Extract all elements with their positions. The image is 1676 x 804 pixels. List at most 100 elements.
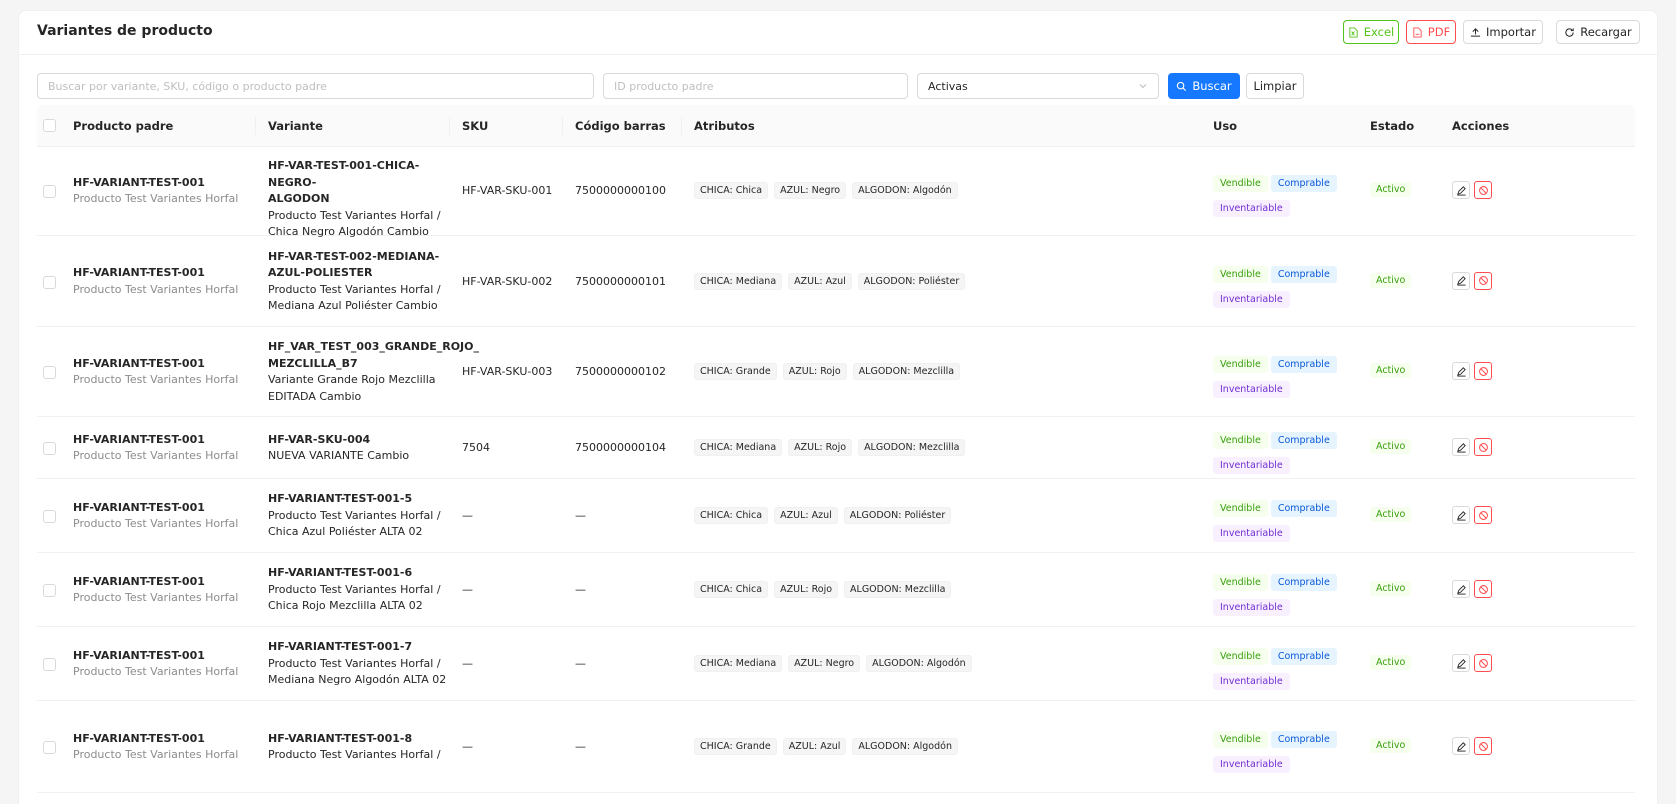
variant-name: NUEVA VARIANTE Cambio bbox=[268, 449, 410, 462]
col-variante[interactable]: Variante bbox=[268, 119, 323, 133]
row-checkbox[interactable] bbox=[43, 442, 56, 455]
attribute-tag: CHICA: Mediana bbox=[694, 272, 783, 290]
col-atributos[interactable]: Atributos bbox=[694, 119, 755, 133]
barcode-cell: 7500000000100 bbox=[575, 184, 666, 197]
table-row[interactable]: HF-VARIANT-TEST-001 Producto Test Varian… bbox=[37, 417, 1635, 479]
attribute-tag: CHICA: Chica bbox=[694, 507, 769, 524]
clear-button[interactable]: Limpiar bbox=[1246, 73, 1304, 99]
status-badge: Activo bbox=[1370, 507, 1412, 522]
comprable-tag: Comprable bbox=[1270, 731, 1337, 748]
table-row[interactable]: HF-VARIANT-TEST-001 Producto Test Varian… bbox=[37, 327, 1635, 417]
attribute-tag: AZUL: Negro bbox=[788, 655, 861, 672]
parent-name: Producto Test Variantes Horfal bbox=[73, 449, 239, 462]
vendible-tag: Vendible bbox=[1213, 731, 1268, 748]
row-checkbox[interactable] bbox=[43, 275, 56, 289]
attribute-tag: CHICA: Chica bbox=[694, 182, 769, 199]
row-checkbox[interactable] bbox=[43, 366, 56, 379]
search-button-label: Buscar bbox=[1192, 79, 1232, 93]
row-checkbox[interactable] bbox=[43, 510, 56, 523]
status-badge: Activo bbox=[1370, 655, 1412, 670]
deactivate-button[interactable] bbox=[1474, 271, 1492, 290]
deactivate-button[interactable] bbox=[1474, 506, 1492, 524]
edit-button[interactable] bbox=[1452, 737, 1470, 755]
import-label: Importar bbox=[1486, 25, 1536, 39]
parent-product-cell: HF-VARIANT-TEST-001 Producto Test Varian… bbox=[73, 432, 253, 465]
edit-button[interactable] bbox=[1452, 506, 1470, 524]
stop-icon bbox=[1478, 442, 1488, 452]
sku-cell: — bbox=[462, 657, 473, 670]
attribute-tag: AZUL: Azul bbox=[782, 738, 847, 755]
row-checkbox[interactable] bbox=[43, 741, 56, 754]
table-row[interactable]: HF-VARIANT-TEST-001 Producto Test Varian… bbox=[37, 146, 1635, 238]
edit-button[interactable] bbox=[1452, 181, 1470, 199]
deactivate-button[interactable] bbox=[1474, 654, 1492, 672]
attribute-tag: CHICA: Grande bbox=[694, 363, 777, 380]
attribute-tag: CHICA: Grande bbox=[694, 738, 777, 755]
search-icon bbox=[1177, 81, 1187, 91]
file-excel-icon bbox=[1349, 26, 1358, 38]
edit-button[interactable] bbox=[1452, 271, 1470, 290]
parent-name: Producto Test Variantes Horfal bbox=[73, 591, 239, 604]
excel-label: Excel bbox=[1363, 25, 1395, 39]
parent-product-cell: HF-VARIANT-TEST-001 Producto Test Varian… bbox=[73, 731, 253, 764]
export-pdf-button[interactable]: PDF bbox=[1406, 20, 1456, 44]
edit-button[interactable] bbox=[1452, 580, 1470, 598]
deactivate-button[interactable] bbox=[1474, 580, 1492, 598]
parent-code: HF-VARIANT-TEST-001 bbox=[73, 175, 205, 189]
uso-cell: Vendible Comprable Inventariable bbox=[1213, 570, 1353, 620]
deactivate-button[interactable] bbox=[1474, 737, 1492, 755]
variant-code: MEZCLILLA_B7 bbox=[268, 356, 358, 370]
col-barcode[interactable]: Código barras bbox=[575, 119, 666, 133]
deactivate-button[interactable] bbox=[1474, 181, 1492, 199]
attributes-cell: CHICA: Chica AZUL: Negro ALGODON: Algodón bbox=[694, 182, 958, 199]
sku-cell: HF-VAR-SKU-003 bbox=[462, 365, 553, 378]
col-uso[interactable]: Uso bbox=[1213, 119, 1237, 133]
parent-name: Producto Test Variantes Horfal bbox=[73, 282, 239, 296]
attribute-tag: AZUL: Rojo bbox=[782, 363, 847, 380]
table-row[interactable]: HF-VARIANT-TEST-001 Producto Test Varian… bbox=[37, 553, 1635, 627]
col-producto[interactable]: Producto padre bbox=[73, 119, 173, 133]
barcode-cell: 7500000000102 bbox=[575, 365, 666, 378]
table-row[interactable]: HF-VARIANT-TEST-001 Producto Test Varian… bbox=[37, 479, 1635, 553]
edit-button[interactable] bbox=[1452, 654, 1470, 672]
col-estado[interactable]: Estado bbox=[1370, 119, 1414, 133]
parent-product-cell: HF-VARIANT-TEST-001 Producto Test Varian… bbox=[73, 175, 253, 208]
variant-name: Variante Grande Rojo Mezclilla bbox=[268, 373, 436, 386]
col-sku[interactable]: SKU bbox=[462, 119, 488, 133]
vendible-tag: Vendible bbox=[1213, 265, 1268, 283]
edit-button[interactable] bbox=[1452, 438, 1470, 456]
parent-code: HF-VARIANT-TEST-001 bbox=[73, 432, 205, 446]
variant-name: Mediana Azul Poliéster Cambio bbox=[268, 299, 438, 312]
edit-icon bbox=[1456, 185, 1466, 196]
sku-cell: HF-VAR-SKU-002 bbox=[462, 274, 553, 288]
deactivate-button[interactable] bbox=[1474, 438, 1492, 456]
variant-name: Producto Test Variantes Horfal / bbox=[268, 508, 441, 522]
table-row[interactable]: HF-VARIANT-TEST-001 Producto Test Varian… bbox=[37, 627, 1635, 701]
select-all-checkbox[interactable] bbox=[43, 119, 56, 132]
variant-code: HF-VARIANT-TEST-001-5 bbox=[268, 492, 413, 506]
row-checkbox[interactable] bbox=[43, 584, 56, 597]
col-divider bbox=[562, 117, 563, 135]
export-excel-button[interactable]: Excel bbox=[1343, 20, 1399, 44]
parent-id-input[interactable] bbox=[603, 73, 908, 99]
variant-code: HF-VAR-TEST-002-MEDIANA- bbox=[268, 249, 440, 263]
reload-button[interactable]: Recargar bbox=[1556, 20, 1640, 44]
col-acciones: Acciones bbox=[1452, 119, 1510, 133]
edit-button[interactable] bbox=[1452, 362, 1470, 380]
chevron-down-icon bbox=[1139, 84, 1147, 89]
table-row[interactable]: HF-VARIANT-TEST-001 Producto Test Varian… bbox=[37, 236, 1635, 327]
table-row[interactable]: HF-VARIANT-TEST-001 Producto Test Varian… bbox=[37, 701, 1635, 793]
attribute-tag: CHICA: Mediana bbox=[694, 655, 783, 672]
inventariable-tag: Inventariable bbox=[1213, 290, 1290, 308]
search-input[interactable] bbox=[37, 73, 594, 99]
status-select[interactable]: Activas bbox=[917, 73, 1159, 99]
edit-icon bbox=[1456, 366, 1466, 377]
search-button[interactable]: Buscar bbox=[1168, 73, 1240, 99]
attribute-tag: AZUL: Rojo bbox=[788, 439, 853, 456]
row-checkbox[interactable] bbox=[43, 658, 56, 671]
attributes-cell: CHICA: Mediana AZUL: Negro ALGODON: Algodó… bbox=[694, 655, 972, 672]
table-header: Producto padre Variante SKU Código barra… bbox=[37, 105, 1635, 147]
row-checkbox[interactable] bbox=[43, 185, 56, 198]
deactivate-button[interactable] bbox=[1474, 362, 1492, 380]
import-button[interactable]: Importar bbox=[1463, 20, 1543, 44]
